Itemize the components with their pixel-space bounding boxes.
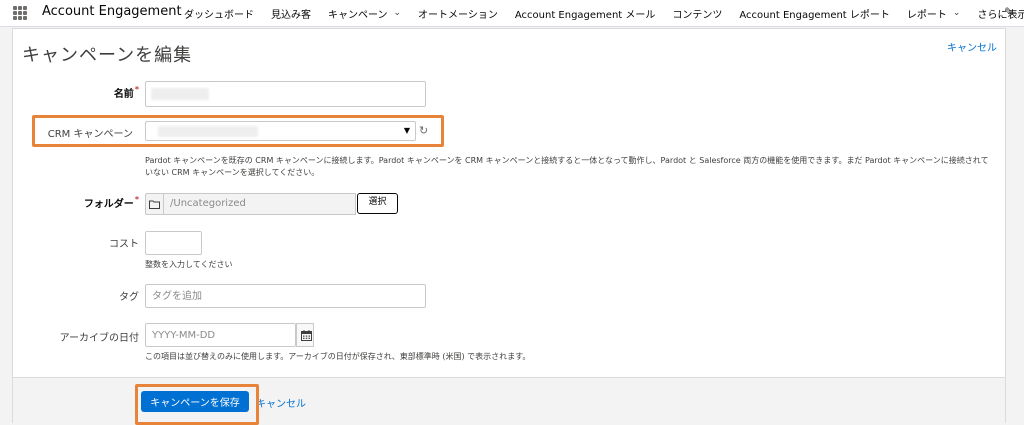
calendar-button[interactable] [296,323,314,347]
folder-icon-box [145,193,163,215]
folder-select-button[interactable]: 選択 [357,193,398,214]
nav-item-dashboard[interactable]: ダッシュボード [184,6,254,21]
archive-date-input[interactable] [145,323,296,347]
page-title: キャンペーンを編集 [22,45,193,66]
required-mark: * [134,195,139,204]
app-name: Account Engagement [42,4,182,19]
nav-item-label: ダッシュボード [184,9,254,21]
nav-item-automation[interactable]: オートメーション [418,6,498,21]
edit-nav-pencil-icon[interactable]: ✎ [1004,5,1014,19]
save-campaign-button[interactable]: キャンペーンを保存 [141,391,249,412]
app-launcher-icon[interactable] [13,6,27,20]
folder-label-text: フォルダー [83,199,134,210]
nav-item-reports[interactable]: レポート ⌄ [907,6,961,21]
nav-items: ダッシュボード 見込み客 キャンペーン ⌄ オートメーション Account En… [184,0,1024,26]
nav-item-label: オートメーション [418,9,498,21]
nav-item-more[interactable]: さらに表示▼ [977,6,1024,21]
form-footer: キャンペーンを保存 キャンセル [13,377,1005,425]
nav-item-label: Account Engagement レポート [739,9,890,21]
nav-item-emails[interactable]: Account Engagement メール [515,6,656,21]
calendar-icon [301,330,312,341]
name-label-text: 名前 [113,89,134,100]
chevron-down-icon[interactable]: ⌄ [394,8,402,18]
archive-date-label: アーカイブの日付 [59,333,139,344]
folder-label: フォルダー* [69,195,139,210]
cost-help: 整数を入力してください [145,260,233,269]
nav-item-label: コンテンツ [672,9,723,21]
nav-item-ae-reports[interactable]: Account Engagement レポート [739,6,890,21]
crm-campaign-help: Pardot キャンペーンを既存の CRM キャンペーンに接続します。Pardo… [145,156,989,177]
caret-down-icon: ▼ [403,126,410,135]
redacted-crm-value [158,126,258,137]
cost-input[interactable] [145,231,202,255]
nav-item-label: レポート [906,9,947,21]
cancel-link-bottom[interactable]: キャンセル [256,395,306,410]
nav-item-prospects[interactable]: 見込み客 [271,6,311,21]
crm-campaign-label: CRM キャンペーン [47,129,133,140]
required-mark: * [134,85,139,94]
nav-item-content[interactable]: コンテンツ [672,6,722,21]
cost-label: コスト [109,239,139,250]
crm-campaign-select[interactable]: ▼ [145,121,416,141]
nav-item-label: 見込み客 [271,9,311,21]
nav-item-label: キャンペーン [328,9,388,21]
chevron-down-icon[interactable]: ⌄ [953,8,961,18]
tag-label: タグ [119,292,139,303]
tag-input[interactable] [145,284,426,308]
folder-icon [149,200,160,209]
nav-item-label: さらに表示 [977,9,1024,21]
redacted-name-value [151,88,209,100]
cancel-link-top[interactable]: キャンセル [947,39,997,54]
name-label: 名前* [83,85,139,100]
nav-item-label: Account Engagement メール [514,9,656,21]
archive-date-help: この項目は並び替えのみに使用します。アーカイブの日付が保存され、東部標準時 (米… [145,352,531,361]
edit-campaign-card: キャンペーンを編集 キャンセル 名前* CRM キャンペーン ▼ ↻ Pardo… [12,28,1006,425]
refresh-icon[interactable]: ↻ [419,124,428,137]
nav-item-campaigns[interactable]: キャンペーン ⌄ [328,6,401,21]
top-nav-bar: Account Engagement ダッシュボード 見込み客 キャンペーン ⌄ … [0,0,1024,27]
folder-path-field: /Uncategorized [163,193,356,215]
